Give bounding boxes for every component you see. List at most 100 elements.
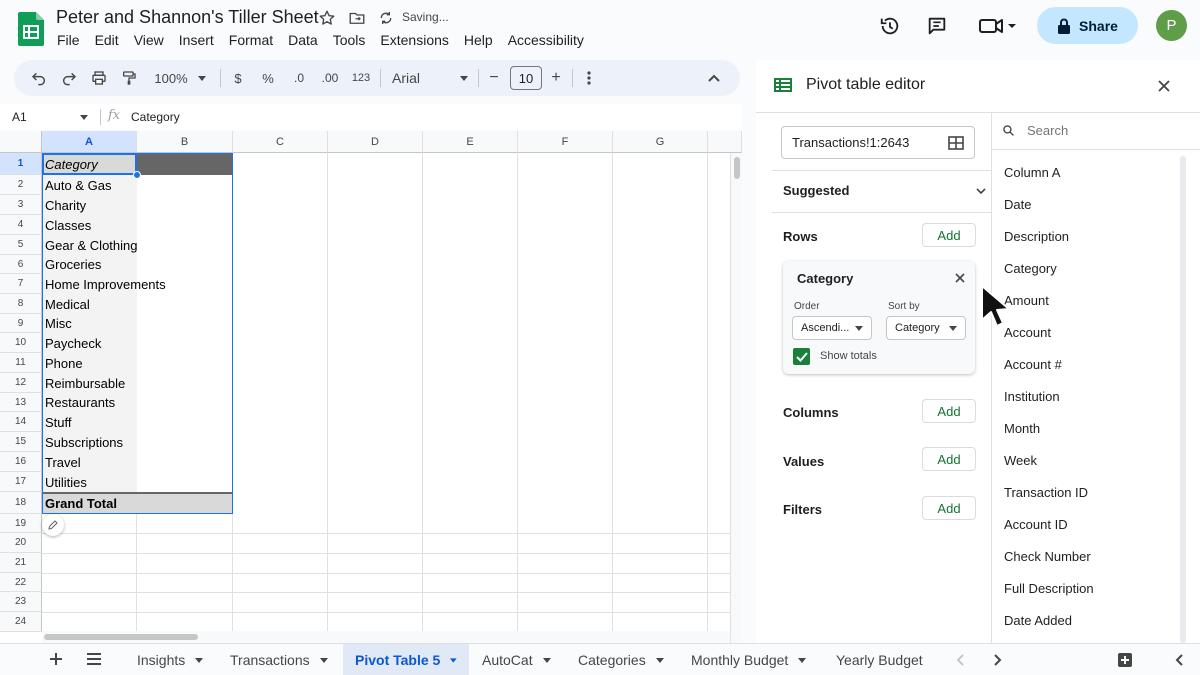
select-all-corner[interactable] [0, 131, 42, 153]
scroll-tabs-right-icon[interactable] [994, 654, 1002, 666]
spreadsheet-grid[interactable]: A B C D E F G 1 2 3 4 5 6 7 8 9 10 11 12… [0, 131, 742, 643]
column-header-b[interactable]: B [137, 131, 233, 153]
field-month[interactable]: Month [1004, 421, 1040, 436]
column-header-a[interactable]: A [42, 131, 137, 153]
percent-button[interactable]: % [260, 60, 276, 96]
field-week[interactable]: Week [1004, 453, 1037, 468]
row-header[interactable]: 14 [0, 412, 42, 432]
version-history-icon[interactable] [877, 13, 903, 39]
show-totals-checkbox[interactable] [793, 348, 810, 365]
field-full-description[interactable]: Full Description [1004, 581, 1094, 596]
menu-format[interactable]: Format [229, 32, 273, 48]
field-check-number[interactable]: Check Number [1004, 549, 1091, 564]
menu-view[interactable]: View [134, 32, 164, 48]
redo-icon[interactable] [58, 60, 80, 96]
document-title[interactable]: Peter and Shannon's Tiller Sheet [56, 7, 319, 28]
horizontal-scroll-thumb[interactable] [44, 634, 198, 640]
row-header[interactable]: 9 [0, 314, 42, 333]
field-transaction-id[interactable]: Transaction ID [1004, 485, 1088, 500]
row-header[interactable]: 3 [0, 195, 42, 215]
fill-handle[interactable] [133, 171, 141, 179]
field-list-scrollbar[interactable] [1180, 156, 1186, 643]
more-options-icon[interactable] [582, 60, 596, 96]
move-folder-icon[interactable] [348, 9, 366, 27]
select-range-icon[interactable] [948, 135, 964, 150]
meet-icon[interactable] [975, 13, 1019, 39]
row-header[interactable]: 6 [0, 255, 42, 274]
row-header[interactable]: 18 [0, 492, 42, 514]
row-header[interactable]: 11 [0, 353, 42, 373]
row-header[interactable]: 12 [0, 373, 42, 393]
row-header[interactable]: 1 [0, 153, 42, 175]
row-header[interactable]: 23 [0, 592, 42, 612]
data-range-field[interactable]: Transactions!1:2643 [781, 126, 975, 159]
font-size-input[interactable]: 10 [510, 66, 542, 90]
menu-accessibility[interactable]: Accessibility [508, 32, 584, 48]
vertical-scrollbar[interactable] [730, 153, 742, 643]
field-institution[interactable]: Institution [1004, 389, 1060, 404]
field-account[interactable]: Account [1004, 325, 1051, 340]
chevron-down-icon[interactable] [976, 188, 986, 194]
increase-font-size-button[interactable]: + [548, 60, 564, 96]
sheet-tab-autocat[interactable]: AutoCat [470, 644, 563, 675]
sheet-tab-categories[interactable]: Categories [566, 644, 676, 675]
row-header[interactable]: 2 [0, 175, 42, 195]
menu-edit[interactable]: Edit [95, 32, 119, 48]
sheet-tab-yearly-budget[interactable]: Yearly Budget [824, 644, 935, 675]
field-description[interactable]: Description [1004, 229, 1069, 244]
add-filters-button[interactable]: Add [922, 496, 976, 520]
increase-decimal-button[interactable]: .00 [318, 60, 342, 96]
menu-insert[interactable]: Insert [179, 32, 214, 48]
menu-help[interactable]: Help [464, 32, 493, 48]
row-header[interactable]: 21 [0, 553, 42, 573]
vertical-scroll-thumb[interactable] [734, 157, 740, 179]
undo-icon[interactable] [28, 60, 50, 96]
field-account-number[interactable]: Account # [1004, 357, 1062, 372]
field-category[interactable]: Category [1004, 261, 1057, 276]
paint-format-icon[interactable] [118, 60, 140, 96]
print-icon[interactable] [88, 60, 110, 96]
field-search[interactable] [992, 112, 1200, 150]
explore-icon[interactable] [1117, 652, 1133, 668]
row-header[interactable]: 16 [0, 452, 42, 472]
row-header[interactable]: 4 [0, 215, 42, 235]
more-formats-button[interactable]: 123 [350, 60, 372, 96]
sheets-logo-icon[interactable] [18, 12, 44, 46]
currency-button[interactable]: $ [230, 60, 246, 96]
add-columns-button[interactable]: Add [922, 399, 976, 423]
sheet-tab-transactions[interactable]: Transactions [216, 644, 342, 675]
field-date-added[interactable]: Date Added [1004, 613, 1072, 628]
row-header[interactable]: 22 [0, 573, 42, 592]
share-button[interactable]: Share [1037, 7, 1138, 44]
sheet-tab-monthly-budget[interactable]: Monthly Budget [679, 644, 818, 675]
search-input[interactable] [1027, 123, 1177, 138]
sheet-tab-insights[interactable]: Insights [122, 644, 218, 675]
font-select[interactable]: Arial [392, 60, 468, 96]
column-header-f[interactable]: F [518, 131, 613, 153]
row-header[interactable]: 24 [0, 612, 42, 632]
order-select[interactable]: Ascendi... [792, 316, 872, 340]
collapse-toolbar-icon[interactable] [706, 60, 722, 96]
field-date[interactable]: Date [1004, 197, 1031, 212]
comments-icon[interactable] [924, 13, 950, 39]
add-rows-button[interactable]: Add [922, 223, 976, 247]
menu-extensions[interactable]: Extensions [380, 32, 448, 48]
close-icon[interactable] [1158, 80, 1170, 92]
zoom-select[interactable]: 100% [148, 60, 212, 96]
decrease-decimal-button[interactable]: .0 [288, 60, 310, 96]
star-icon[interactable] [318, 9, 336, 27]
row-header[interactable]: 20 [0, 533, 42, 553]
column-header-e[interactable]: E [423, 131, 518, 153]
all-sheets-icon[interactable] [86, 653, 102, 665]
column-header-g[interactable]: G [613, 131, 708, 153]
formula-input[interactable]: Category [131, 110, 180, 124]
field-account-id[interactable]: Account ID [1004, 517, 1068, 532]
add-values-button[interactable]: Add [922, 447, 976, 471]
sort-by-select[interactable]: Category [886, 316, 966, 340]
remove-field-icon[interactable] [955, 273, 965, 283]
row-header[interactable]: 13 [0, 393, 42, 412]
row-header[interactable]: 8 [0, 294, 42, 314]
column-header-h[interactable] [708, 131, 742, 153]
horizontal-scrollbar[interactable] [42, 631, 730, 643]
row-header[interactable]: 19 [0, 514, 42, 533]
